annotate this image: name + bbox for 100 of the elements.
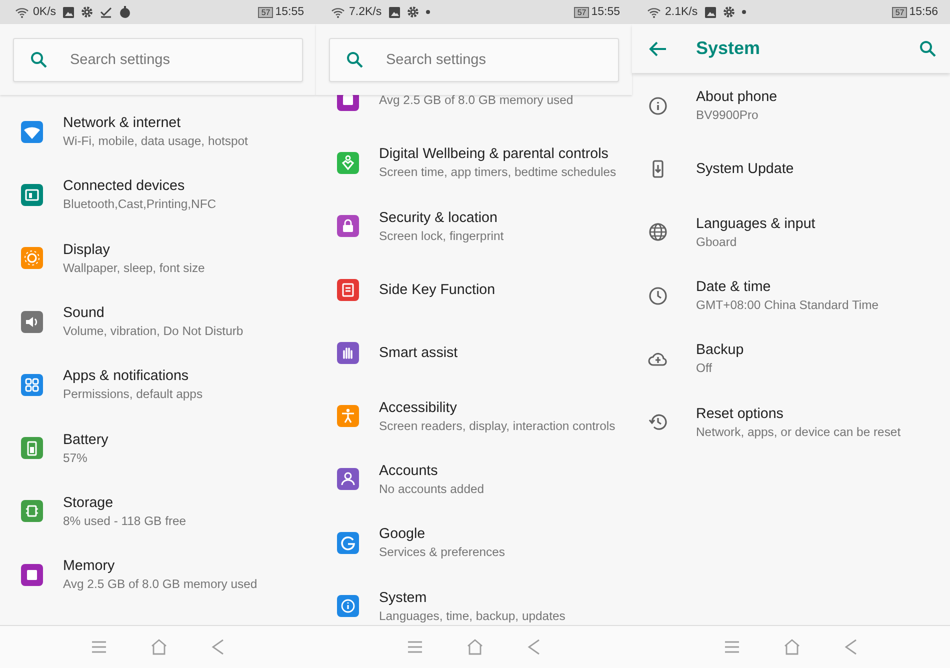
item-summary: 57% [63, 450, 88, 465]
settings-icon [81, 6, 94, 18]
clock-time: 15:55 [275, 6, 304, 18]
search-field[interactable]: Search settings [329, 38, 619, 82]
item-summary: Avg 2.5 GB of 8.0 GB memory used [379, 95, 574, 107]
item-title: Display [63, 242, 111, 258]
bomb-icon [119, 6, 132, 18]
settings-item[interactable]: Battery 57% [0, 416, 316, 480]
item-title: About phone [696, 89, 778, 106]
item-title: Security & location [379, 210, 498, 226]
settings-item[interactable]: Reset options Network, apps, or device can be reset [632, 390, 950, 454]
settings-item[interactable]: Connected devices Bluetooth,Cast,Printing,NFC [0, 163, 316, 227]
network-speed: 7.2K/s [349, 6, 382, 18]
image-icon [704, 6, 716, 18]
dot-icon [426, 10, 430, 14]
item-title: Smart assist [379, 344, 458, 361]
settings-item[interactable]: Display Wallpaper, sleep, font size [0, 226, 316, 290]
back-icon[interactable] [844, 639, 858, 655]
item-title: Side Key Function [379, 282, 496, 298]
globe-icon [647, 221, 669, 244]
settings-item[interactable]: Languages & input Gboard [632, 200, 950, 264]
page-title: System [696, 38, 762, 59]
image-icon [388, 6, 400, 18]
clock-time: 15:55 [591, 6, 620, 18]
battery-level: 57 [892, 6, 908, 18]
battery-level: 57 [574, 6, 590, 18]
settings-item[interactable]: Side Key Function [316, 258, 632, 322]
item-summary: Screen time, app timers, bedtime schedules [379, 165, 616, 180]
back-icon[interactable] [210, 639, 225, 655]
settings-item[interactable]: Date & time GMT+08:00 China Standard Time [632, 264, 950, 328]
item-summary: Gboard [696, 234, 738, 249]
info-icon [647, 94, 669, 117]
item-title: System [379, 590, 428, 606]
back-icon[interactable] [526, 639, 541, 655]
item-title: Storage [63, 494, 114, 511]
settings-item[interactable]: Google Services & preferences [316, 511, 632, 574]
item-title: Memory [63, 558, 116, 574]
settings-icon [722, 6, 735, 18]
item-title: Battery [63, 432, 108, 448]
item-summary: Permissions, default apps [63, 387, 203, 402]
menu-icon[interactable] [407, 640, 424, 654]
network-speed: 2.1K/s [665, 6, 698, 18]
settings-item[interactable]: Network & internet Wi-Fi, mobile, data usage, hotspot [0, 100, 316, 164]
settings-item[interactable]: System Languages, time, backup, updates [316, 574, 632, 625]
item-summary: Services & preferences [379, 545, 505, 560]
item-summary: Screen readers, display, interaction controls [379, 418, 616, 433]
settings-item[interactable]: Apps & notifications Permissions, default apps [0, 353, 316, 416]
item-summary: Volume, vibration, Do Not Disturb [63, 324, 244, 338]
settings-item[interactable]: Storage 8% used - 118 GB free [0, 480, 316, 544]
menu-icon[interactable] [724, 640, 740, 654]
settings-item[interactable]: Sound Volume, vibration, Do Not Disturb [0, 290, 316, 354]
item-summary: Screen lock, fingerprint [379, 228, 504, 243]
settings-icon [406, 6, 419, 18]
settings-item[interactable]: Memory Avg 2.5 GB of 8.0 GB memory used [0, 543, 316, 606]
battery-level: 57 [258, 6, 274, 18]
settings-item[interactable]: Accounts No accounts added [316, 448, 632, 512]
download-done-icon [100, 6, 112, 18]
item-title: Languages & input [696, 216, 816, 232]
wifi-icon [15, 6, 29, 18]
item-summary: Off [696, 361, 714, 376]
item-summary: Avg 2.5 GB of 8.0 GB memory used [63, 577, 258, 592]
item-title: Apps & notifications [63, 368, 190, 384]
settings-item[interactable]: Backup Off [632, 327, 950, 390]
settings-item[interactable]: Smart assist [316, 321, 632, 384]
search-icon[interactable] [919, 40, 937, 58]
clock-icon [647, 284, 669, 307]
item-title: Backup [696, 342, 744, 358]
item-title: Date & time [696, 279, 772, 296]
item-summary: Languages, time, backup, updates [379, 608, 566, 623]
search-field[interactable]: Search settings [13, 38, 303, 82]
settings-item[interactable]: Digital Wellbeing & parental controls Screen time, app timers, bedtime schedules [316, 131, 632, 195]
item-title: Sound [63, 305, 106, 322]
item-summary: Wi-Fi, mobile, data usage, hotspot [63, 134, 248, 148]
item-title: Google [379, 526, 426, 542]
home-icon[interactable] [782, 639, 801, 655]
dot-icon [742, 10, 746, 14]
item-title: Digital Wellbeing & parental controls [379, 146, 610, 162]
item-title: Network & internet [63, 115, 182, 132]
home-icon[interactable] [466, 639, 484, 655]
clock-time: 15:56 [909, 6, 938, 18]
menu-icon[interactable] [91, 640, 108, 654]
settings-item[interactable]: System Update [632, 137, 950, 201]
item-title: Accessibility [379, 400, 458, 416]
search-icon [346, 50, 364, 68]
item-summary: GMT+08:00 China Standard Time [696, 298, 879, 312]
item-summary: Network, apps, or device can be reset [696, 424, 901, 439]
item-title: Accounts [379, 462, 439, 479]
settings-item[interactable]: About phone BV9900Pro [632, 74, 950, 138]
item-summary: Wallpaper, sleep, font size [63, 260, 205, 275]
settings-item[interactable]: Security & location Screen lock, fingerprint [316, 194, 632, 258]
item-summary: 8% used - 118 GB free [63, 514, 186, 528]
settings-item[interactable]: Accessibility Screen readers, display, interaction controls [316, 384, 632, 448]
settings-item[interactable]: Avg 2.5 GB of 8.0 GB memory used [316, 95, 632, 132]
item-summary: Bluetooth,Cast,Printing,NFC [63, 197, 216, 212]
item-title: Connected devices [63, 178, 186, 194]
back-arrow-icon[interactable] [649, 40, 667, 56]
home-icon[interactable] [150, 639, 168, 655]
wifi-icon [331, 6, 345, 18]
network-speed: 0K/s [33, 6, 56, 18]
item-summary: No accounts added [379, 482, 484, 496]
